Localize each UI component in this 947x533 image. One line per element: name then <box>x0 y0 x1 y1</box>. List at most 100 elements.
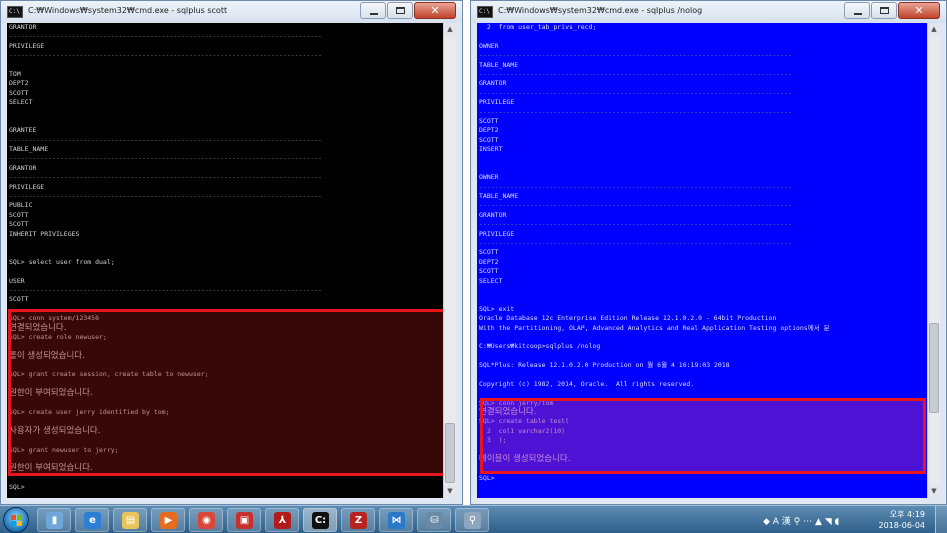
console-line: OWNER <box>479 173 499 182</box>
minimize-button[interactable] <box>844 2 870 19</box>
vertical-scrollbar[interactable]: ▲ ▼ <box>927 23 940 498</box>
show-desktop-button[interactable] <box>935 506 947 533</box>
console-line: ----------------------------------------… <box>9 51 323 60</box>
vertical-scrollbar[interactable]: ▲ ▼ <box>443 23 456 498</box>
scroll-up-icon[interactable]: ▲ <box>444 23 456 36</box>
console-line: TABLE_NAME <box>479 192 519 201</box>
console-line: PRIVILEGE <box>479 98 515 107</box>
tb-search-tool-icon: ⚲ <box>464 512 481 529</box>
start-button[interactable] <box>3 507 29 533</box>
console-line: GRANTOR <box>9 23 37 31</box>
cmd-window-nolog[interactable]: C:\ C:₩Windows₩system32₩cmd.exe - sqlplu… <box>470 0 947 505</box>
title-bar[interactable]: C:\ C:₩Windows₩system32₩cmd.exe - sqlplu… <box>1 1 462 23</box>
console-line: OWNER <box>479 41 499 50</box>
console-line: SELECT <box>479 276 503 285</box>
minimize-button[interactable] <box>360 2 386 19</box>
console-line: ----------------------------------------… <box>9 154 323 163</box>
maximize-button[interactable] <box>871 2 897 19</box>
console-line: TABLE_NAME <box>479 60 519 69</box>
tb-filezilla-button[interactable]: Z <box>341 508 375 532</box>
console-line: ----------------------------------------… <box>479 182 793 191</box>
console-line: GRANTEE <box>9 126 37 135</box>
console-line: SCOTT <box>479 135 499 144</box>
console-line: ----------------------------------------… <box>479 238 793 247</box>
tb-cmd-button[interactable]: C: <box>303 508 337 532</box>
console-line: SQL*Plus: Release 12.1.0.2.0 Production … <box>479 361 730 370</box>
console-line: PUBLIC <box>9 201 33 210</box>
maximize-icon <box>396 7 405 14</box>
tb-acrobat-icon: ⅄ <box>274 512 291 529</box>
console-line: SQL> exit <box>479 304 515 313</box>
scroll-down-icon[interactable]: ▼ <box>928 485 940 498</box>
console-line: DEPT2 <box>479 126 499 135</box>
minimize-icon <box>854 13 862 15</box>
console-line: SCOTT <box>9 210 29 219</box>
console-line: ----------------------------------------… <box>9 135 323 144</box>
console-line: PRIVILEGE <box>9 41 45 50</box>
maximize-button[interactable] <box>387 2 413 19</box>
console-line: DEPT2 <box>479 257 499 266</box>
console-line: PRIVILEGE <box>479 229 515 238</box>
tb-search-tool-button[interactable]: ⚲ <box>455 508 489 532</box>
console-line: GRANTOR <box>479 79 507 88</box>
console-line: SCOTT <box>479 116 499 125</box>
scroll-down-icon[interactable]: ▼ <box>444 485 456 498</box>
tb-vscode-button[interactable]: ⋈ <box>379 508 413 532</box>
console-line: Copyright (c) 1982, 2014, Oracle. All ri… <box>479 379 695 388</box>
tb-filezilla-icon: Z <box>350 512 367 529</box>
windows-logo-icon <box>11 515 23 527</box>
window-title: C:₩Windows₩system32₩cmd.exe - sqlplus /n… <box>498 6 703 15</box>
taskbar: ▮ e ▤ ▶ ◉ ▣ ⅄ C: Z ⋈ ⛁ ⚲ ◆ A 漢 ⚲ ⋯ ▲ ◥ ◖ 오후 4:19 20… <box>0 505 947 533</box>
console-line: SCOTT <box>9 295 29 304</box>
cmd-window-scott[interactable]: C:\ C:₩Windows₩system32₩cmd.exe - sqlplu… <box>0 0 463 505</box>
console-line: ----------------------------------------… <box>479 69 793 78</box>
tb-internet-explorer-button[interactable]: e <box>75 508 109 532</box>
tb-app-red-button[interactable]: ▣ <box>227 508 261 532</box>
clock-time[interactable]: 오후 4:19 <box>890 509 925 520</box>
scroll-up-icon[interactable]: ▲ <box>928 23 940 36</box>
console-line: SELECT <box>9 98 33 107</box>
console-line: ----------------------------------------… <box>9 32 323 41</box>
console-line: ----------------------------------------… <box>9 173 323 182</box>
console-line: USER <box>9 276 25 285</box>
close-button[interactable]: ✕ <box>898 2 940 19</box>
console-line: INHERIT PRIVILEGES <box>9 229 80 238</box>
tb-internet-explorer-icon: e <box>84 512 101 529</box>
title-bar[interactable]: C:\ C:₩Windows₩system32₩cmd.exe - sqlplu… <box>471 1 946 23</box>
console-line: SCOTT <box>479 248 499 257</box>
tb-chrome-button[interactable]: ◉ <box>189 508 223 532</box>
clock-date[interactable]: 2018-06-04 <box>879 521 926 530</box>
close-button[interactable]: ✕ <box>414 2 456 19</box>
console-line: 2 from user_tab_privs_recd; <box>479 23 597 31</box>
tb-acrobat-button[interactable]: ⅄ <box>265 508 299 532</box>
scroll-thumb[interactable] <box>445 423 455 483</box>
tb-chrome-icon: ◉ <box>198 512 215 529</box>
scroll-thumb[interactable] <box>929 323 939 413</box>
tb-media-player-button[interactable]: ▶ <box>151 508 185 532</box>
console-line: TABLE_NAME <box>9 145 49 154</box>
minimize-icon <box>370 13 378 15</box>
console-line: INSERT <box>479 145 503 154</box>
console-line: ----------------------------------------… <box>479 88 793 97</box>
tray-icons[interactable]: ◆ A 漢 ⚲ ⋯ ▲ ◥ ◖ <box>763 514 839 527</box>
cmd-app-icon: C:\ <box>477 6 493 18</box>
console-line: SCOTT <box>9 88 29 97</box>
tb-windows-explorer-button[interactable]: ▮ <box>37 508 71 532</box>
tb-sql-developer-button[interactable]: ⛁ <box>417 508 451 532</box>
console-line: C:₩Users₩kitcoop>sqlplus /nolog <box>479 342 601 351</box>
tb-folder-button[interactable]: ▤ <box>113 508 147 532</box>
console-line: SCOTT <box>9 220 29 229</box>
console-line: ----------------------------------------… <box>9 192 323 201</box>
console-line: SCOTT <box>479 267 499 276</box>
